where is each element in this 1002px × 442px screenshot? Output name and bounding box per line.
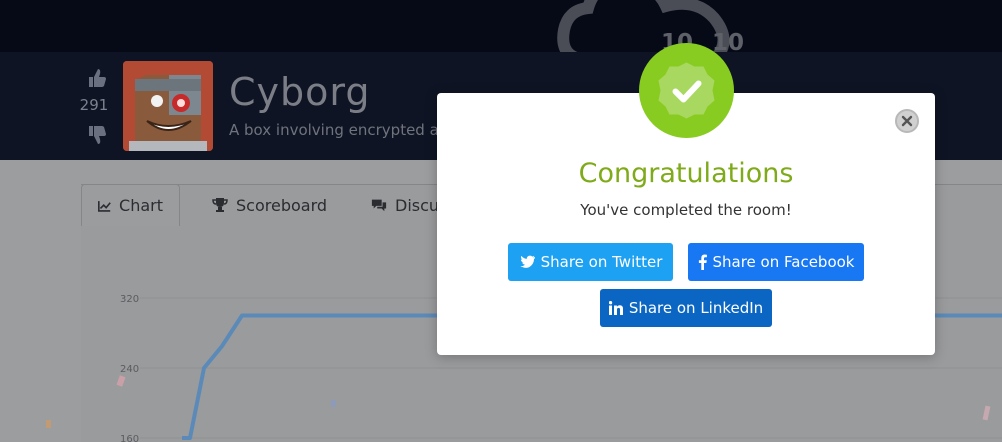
check-badge-icon [658, 62, 715, 119]
share-linkedin-button[interactable]: Share on LinkedIn [600, 289, 772, 327]
y-tick-label: 320 [120, 294, 139, 305]
close-button[interactable] [895, 109, 919, 133]
linkedin-icon [608, 301, 623, 315]
top-navbar [0, 0, 1002, 52]
thumbs-down-icon[interactable] [84, 124, 110, 146]
chart-line-icon [98, 200, 111, 212]
thumbs-up-icon[interactable] [84, 67, 110, 89]
room-description: A box involving encrypted are [229, 121, 454, 139]
modal-title: Congratulations [578, 158, 794, 189]
room-avatar [123, 61, 213, 151]
y-tick-label: 240 [120, 364, 139, 375]
comments-icon [371, 199, 387, 212]
tab-chart[interactable]: Chart [81, 184, 180, 226]
trophy-icon [212, 198, 228, 212]
tab-discussion-label: Discu [395, 195, 440, 215]
completed-badge [639, 43, 734, 138]
share-facebook-label: Share on Facebook [712, 253, 855, 271]
tab-scoreboard[interactable]: Scoreboard [196, 184, 343, 226]
vote-count: 291 [79, 96, 109, 114]
share-linkedin-label: Share on LinkedIn [628, 299, 764, 317]
confetti [331, 400, 336, 407]
share-facebook-button[interactable]: Share on Facebook [688, 243, 864, 281]
confetti [46, 420, 51, 428]
twitter-icon [519, 255, 535, 269]
facebook-icon [698, 254, 707, 270]
modal-subtitle: You've completed the room! [580, 201, 792, 219]
close-icon [901, 115, 913, 127]
share-twitter-button[interactable]: Share on Twitter [508, 243, 673, 281]
share-twitter-label: Share on Twitter [540, 253, 663, 271]
tab-scoreboard-label: Scoreboard [236, 195, 328, 215]
y-tick-label: 160 [120, 434, 139, 442]
room-title: Cyborg [229, 70, 371, 114]
tab-chart-label: Chart [119, 196, 163, 215]
